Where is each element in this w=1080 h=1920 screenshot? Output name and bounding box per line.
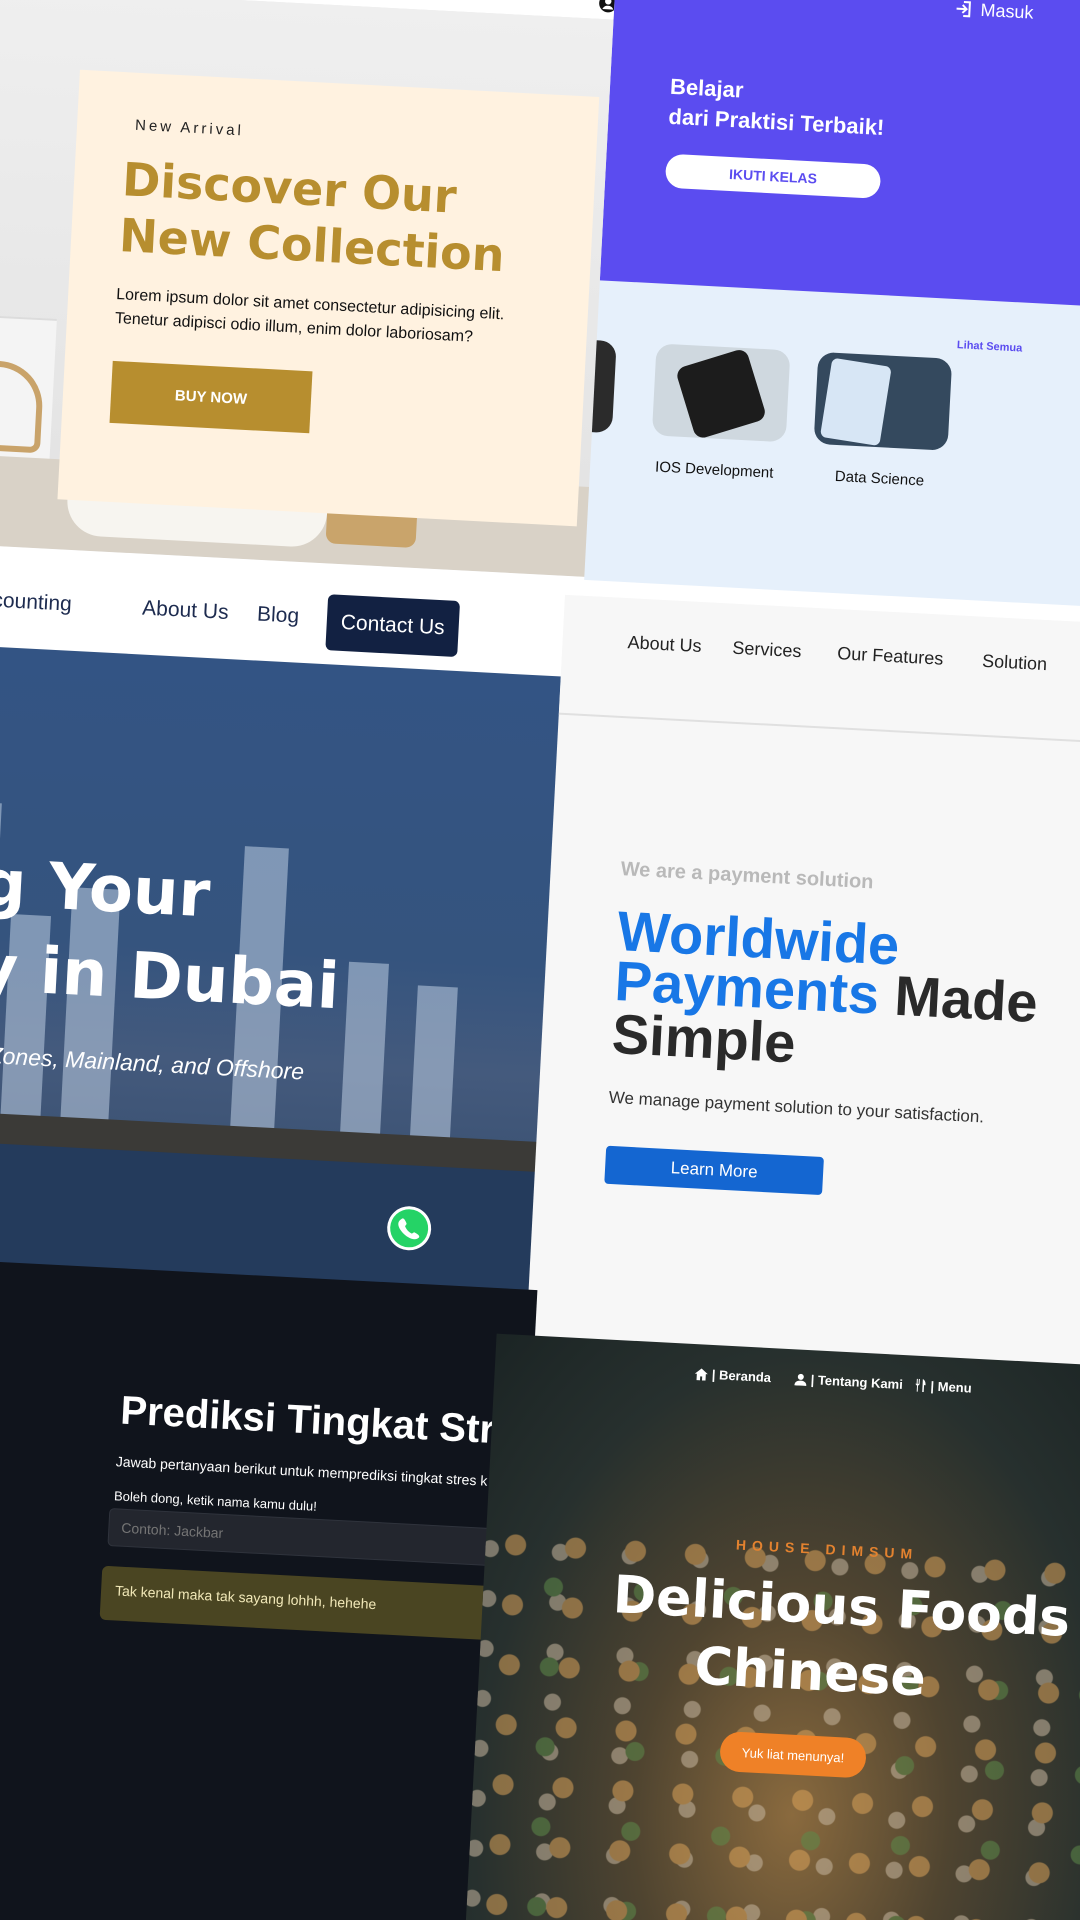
login-link[interactable]: Masuk (954, 0, 1034, 24)
greeting-alert: Tak kenal maka tak sayang lohhh, hehehe (99, 1565, 532, 1643)
nav-item-services[interactable]: Services (732, 638, 802, 663)
nav-item-beranda[interactable]: | Beranda (694, 1366, 771, 1385)
user-icon (794, 1373, 807, 1386)
stress-description: Jawab pertanyaan berikut untuk mempredik… (115, 1453, 488, 1489)
join-class-button[interactable]: IKUTI KELAS (664, 153, 882, 199)
hero-title: Discover Our New Collection (118, 151, 555, 285)
nav-item-accounting[interactable]: counting (0, 589, 72, 617)
course-site-screenshot: Masuk Belajar dari Praktisi Terbaik! IKU… (584, 0, 1080, 610)
laptop-screen-image (819, 357, 892, 447)
hero-card: New Arrival Discover Our New Collection … (57, 69, 600, 527)
payments-description: We manage payment solution to your satis… (608, 1087, 985, 1127)
nav-item-blog[interactable]: Blog (256, 603, 300, 629)
name-input[interactable] (107, 1508, 529, 1568)
nav-label-beranda: | Beranda (711, 1367, 772, 1386)
nav-label-menu: | Menu (930, 1378, 973, 1396)
nav-item-about-us[interactable]: About Us (142, 596, 229, 624)
phone-image (674, 347, 768, 441)
new-arrival-label: New Arrival (134, 116, 245, 140)
dubai-skyline-hero: g Your y in Dubai Zones, Mainland, and O… (0, 641, 575, 1323)
payments-title-dark: Made (893, 963, 1040, 1035)
payments-eyebrow: We are a payment solution (620, 858, 875, 894)
utensils-icon (915, 1378, 926, 1393)
nav-item-tentang-kami[interactable]: | Tentang Kami (794, 1371, 903, 1392)
course-headline-line-1: Belajar (669, 73, 745, 103)
course-caption-ios: IOS Development (654, 458, 774, 482)
dimsum-site-screenshot: | Beranda | Tentang Kami | Menu HOUSE DI… (464, 1333, 1080, 1920)
furniture-site-screenshot: New Arrival Discover Our New Collection … (0, 0, 635, 578)
skyscraper (408, 985, 458, 1158)
nav-item-our-features[interactable]: Our Features (837, 643, 944, 670)
see-menu-button[interactable]: Yuk liat menunya! (719, 1730, 867, 1779)
nav-label-tentang-kami: | Tentang Kami (810, 1372, 904, 1392)
dubai-headline-line-2: y in Dubai (0, 931, 342, 1025)
nav-item-solution[interactable]: Solution (982, 651, 1048, 675)
hero-description: Lorem ipsum dolor sit amet consectetur a… (114, 286, 505, 346)
whatsapp-icon[interactable] (384, 1203, 434, 1253)
payments-site-screenshot: About Us Services Our Features Solution … (525, 594, 1080, 1376)
course-hero: Masuk Belajar dari Praktisi Terbaik! IKU… (599, 0, 1080, 310)
learn-more-button[interactable]: Learn More (604, 1145, 824, 1196)
login-arrow-icon (956, 1, 971, 18)
buy-now-button[interactable]: BUY NOW (109, 360, 313, 434)
home-icon (694, 1368, 708, 1381)
dubai-site-screenshot: counting About Us Blog Contact Us g Your… (0, 557, 579, 1323)
contact-us-button[interactable]: Contact Us (325, 594, 461, 658)
login-label: Masuk (980, 0, 1035, 23)
stress-title: Prediksi Tingkat Stre (119, 1388, 519, 1454)
collage-stage: New Arrival Discover Our New Collection … (0, 0, 1080, 1920)
skyscraper (339, 961, 389, 1154)
nav-item-about-us[interactable]: About Us (627, 632, 702, 657)
payments-navbar: About Us Services Our Features Solution (558, 594, 1080, 747)
see-all-link[interactable]: Lihat Semua (957, 339, 1023, 354)
payments-title-line-3: Simple (610, 1001, 798, 1075)
course-thumbnail-data-science[interactable] (813, 351, 953, 451)
stress-site-screenshot: Prediksi Tingkat Stre Jawab pertanyaan b… (0, 1260, 538, 1920)
nav-item-menu[interactable]: | Menu (914, 1378, 972, 1396)
dimsum-headline-line-2: Chinese (692, 1636, 928, 1709)
course-caption-data-science: Data Science (834, 467, 925, 490)
course-headline-line-2: dari Praktisi Terbaik! (667, 103, 885, 140)
course-thumbnail-ios[interactable] (651, 343, 791, 443)
dubai-headline-line-1: g Your (0, 846, 212, 933)
